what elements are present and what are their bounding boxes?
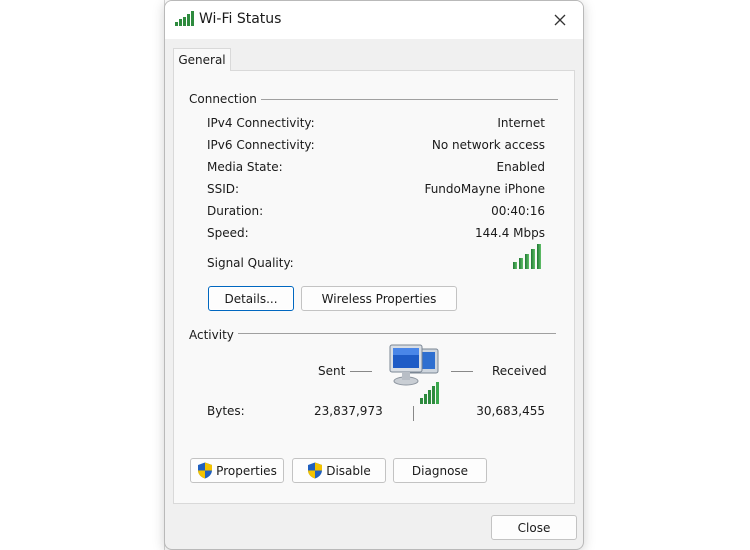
- disable-button-label: Disable: [326, 463, 371, 478]
- general-tab-panel: Connection IPv4 Connectivity: Internet I…: [173, 70, 575, 504]
- signal-quality-icon: [512, 244, 544, 273]
- diagnose-button-label: Diagnose: [411, 463, 469, 478]
- properties-button-label: Properties: [216, 463, 277, 478]
- received-label: Received: [492, 364, 547, 378]
- ipv4-connectivity-value: Internet: [497, 116, 545, 130]
- disable-button[interactable]: Disable: [292, 458, 386, 483]
- ipv4-connectivity-label: IPv4 Connectivity:: [207, 116, 315, 130]
- signal-quality-label: Signal Quality:: [207, 256, 294, 270]
- duration-label: Duration:: [207, 204, 264, 218]
- details-button[interactable]: Details...: [208, 286, 294, 311]
- wireless-properties-button-label: Wireless Properties: [321, 291, 437, 306]
- speed-value: 144.4 Mbps: [474, 226, 545, 240]
- ipv6-connectivity-value: No network access: [431, 138, 545, 152]
- close-button[interactable]: Close: [491, 515, 577, 540]
- connection-group-label: Connection: [189, 92, 257, 106]
- sent-label: Sent: [318, 364, 346, 378]
- media-state-label: Media State:: [207, 160, 283, 174]
- bytes-divider: [413, 406, 414, 421]
- close-window-button[interactable]: [545, 7, 575, 33]
- close-button-label: Close: [517, 520, 551, 535]
- wireless-properties-button[interactable]: Wireless Properties: [301, 286, 457, 311]
- window-title: Wi-Fi Status: [199, 11, 282, 27]
- connection-group-divider: [261, 99, 558, 100]
- bytes-label: Bytes:: [207, 404, 245, 418]
- title-bar: Wi-Fi Status: [165, 1, 583, 39]
- ssid-value: FundoMayne iPhone: [424, 182, 545, 196]
- ipv6-connectivity-label: IPv6 Connectivity:: [207, 138, 315, 152]
- sent-connector-line: [350, 371, 372, 372]
- shield-icon: [198, 462, 213, 479]
- properties-button[interactable]: Properties: [190, 458, 284, 483]
- ssid-label: SSID:: [207, 182, 240, 196]
- diagnose-button[interactable]: Diagnose: [393, 458, 487, 483]
- bytes-sent-value: 23,837,973: [314, 404, 383, 418]
- shield-icon: [308, 462, 323, 479]
- wifi-status-dialog: Wi-Fi Status General Connection IPv4 Con…: [164, 0, 584, 550]
- speed-label: Speed:: [207, 226, 249, 240]
- received-connector-line: [451, 371, 473, 372]
- bytes-received-value: 30,683,455: [476, 404, 545, 418]
- media-state-value: Enabled: [496, 160, 546, 174]
- details-button-label: Details...: [224, 291, 278, 306]
- duration-value: 00:40:16: [491, 204, 545, 218]
- activity-group-label: Activity: [189, 328, 234, 342]
- tab-general[interactable]: General: [173, 48, 231, 71]
- network-computers-icon: [386, 344, 446, 409]
- activity-group-divider: [238, 333, 556, 334]
- close-icon: [554, 14, 566, 26]
- wifi-signal-icon: [174, 11, 196, 30]
